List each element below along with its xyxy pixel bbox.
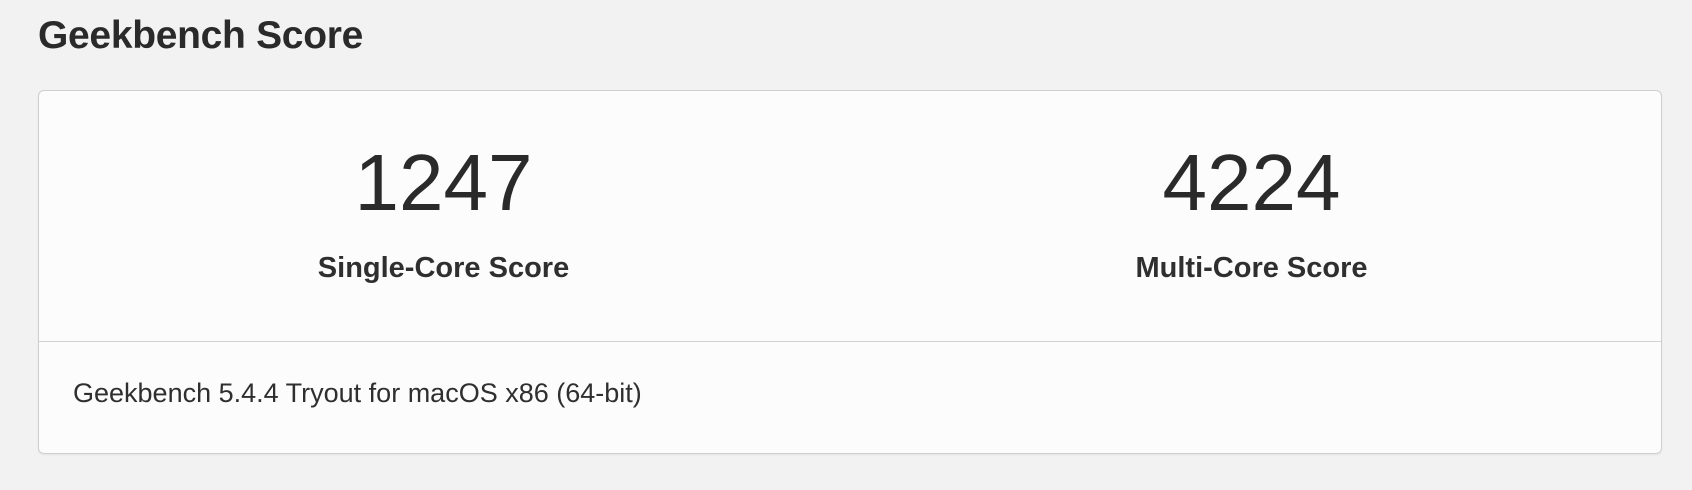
multi-core-score-label: Multi-Core Score	[1135, 252, 1368, 284]
version-row: Geekbench 5.4.4 Tryout for macOS x86 (64…	[39, 341, 1661, 455]
page-title: Geekbench Score	[38, 14, 363, 57]
scores-row: 1247 Single-Core Score 4224 Multi-Core S…	[39, 91, 1661, 342]
single-core-score-block: 1247 Single-Core Score	[39, 91, 850, 341]
version-text: Geekbench 5.4.4 Tryout for macOS x86 (64…	[73, 378, 642, 408]
multi-core-score-value: 4224	[1162, 138, 1341, 227]
single-core-score-value: 1247	[354, 138, 533, 227]
single-core-score-label: Single-Core Score	[317, 252, 570, 284]
score-card: 1247 Single-Core Score 4224 Multi-Core S…	[38, 90, 1662, 454]
multi-core-score-block: 4224 Multi-Core Score	[850, 91, 1661, 341]
